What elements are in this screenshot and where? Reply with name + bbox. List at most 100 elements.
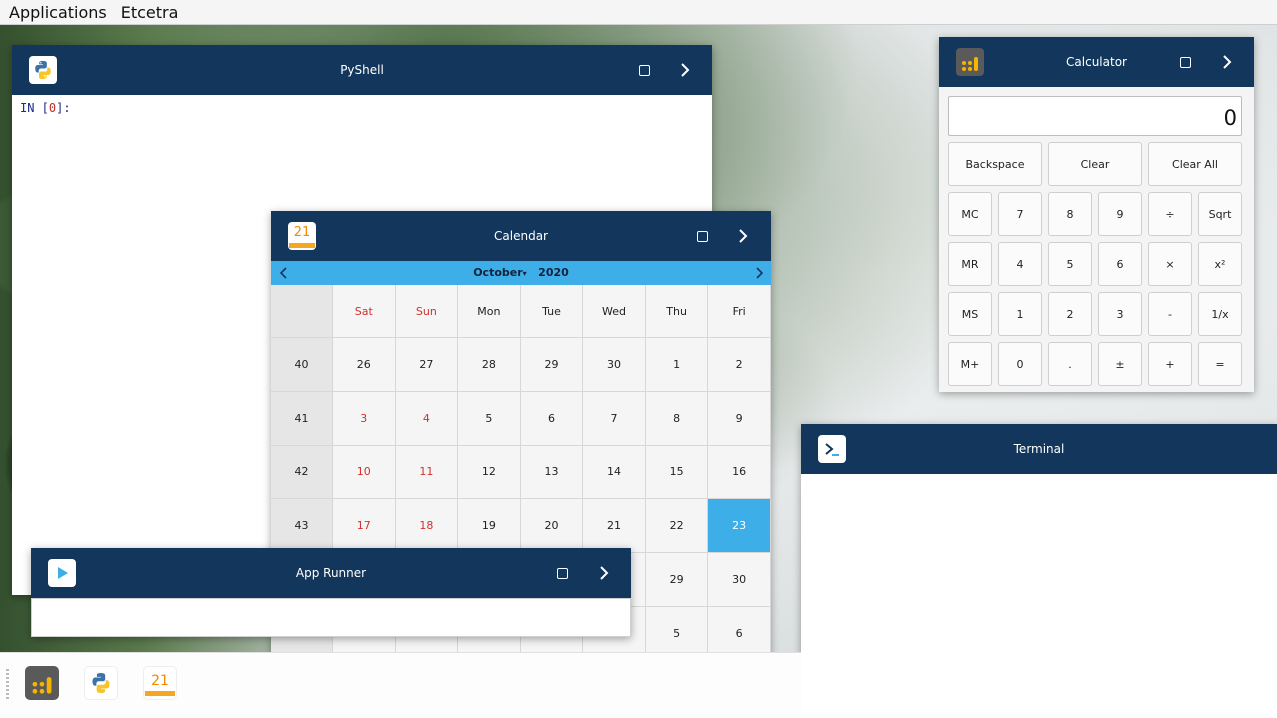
maximize-button[interactable] [697, 231, 708, 242]
year-label[interactable]: 2020 [538, 266, 569, 279]
terminal-window: Terminal [801, 424, 1277, 718]
week-number: 41 [271, 391, 333, 446]
calendar-day[interactable]: 1 [645, 338, 709, 392]
apprunner-title: App Runner [295, 566, 367, 580]
calculator-window: Calculator 0 Backspace Clear Clear All MC 7 8… [939, 37, 1254, 392]
chevron-right-icon[interactable] [733, 226, 753, 246]
calc-key[interactable]: M+ [948, 342, 992, 386]
calendar-day[interactable]: 30 [708, 553, 771, 607]
chevron-right-icon[interactable] [594, 563, 614, 583]
calc-key[interactable]: . [1048, 342, 1092, 386]
calendar-title: Calendar [494, 229, 548, 243]
week-number: 40 [271, 338, 333, 392]
calendar-day[interactable]: 29 [520, 338, 584, 392]
calc-key[interactable]: 1 [998, 292, 1042, 336]
pyshell-title: PyShell [340, 63, 384, 77]
calc-key[interactable]: = [1198, 342, 1242, 386]
dock-python-icon[interactable] [84, 666, 118, 700]
maximize-button[interactable] [557, 568, 568, 579]
month-dropdown-icon[interactable]: ▾ [523, 269, 527, 278]
calc-key[interactable]: 3 [1098, 292, 1142, 336]
calc-key[interactable]: 1/x [1198, 292, 1242, 336]
calc-key[interactable]: 4 [998, 242, 1042, 286]
pyshell-titlebar[interactable]: PyShell [12, 45, 712, 95]
calculator-titlebar[interactable]: Calculator [939, 37, 1254, 87]
chevron-right-icon[interactable] [1217, 52, 1237, 72]
calendar-day[interactable]: 4 [395, 391, 459, 446]
calc-key[interactable]: 9 [1098, 192, 1142, 236]
calendar-day[interactable]: 7 [583, 391, 646, 446]
calendar-day[interactable]: 28 [458, 338, 521, 392]
calc-key[interactable]: 7 [998, 192, 1042, 236]
calc-key[interactable]: 5 [1048, 242, 1092, 286]
maximize-button[interactable] [639, 65, 650, 76]
calendar-day[interactable]: 15 [645, 445, 709, 500]
terminal-title: Terminal [1013, 442, 1065, 456]
calendar-day[interactable]: 12 [458, 445, 521, 500]
calc-key[interactable]: Sqrt [1198, 192, 1242, 236]
calendar-day[interactable]: 5 [458, 391, 521, 446]
calc-key[interactable]: 6 [1098, 242, 1142, 286]
backspace-button[interactable]: Backspace [948, 142, 1042, 186]
calc-key[interactable]: MC [948, 192, 992, 236]
clear-button[interactable]: Clear [1048, 142, 1142, 186]
calendar-day[interactable]: 22 [645, 499, 709, 554]
calendar-day[interactable]: 11 [395, 445, 459, 500]
calendar-navigation: October▾ 2020 [271, 261, 771, 285]
next-month-icon[interactable] [751, 265, 767, 281]
calendar-day[interactable]: 21 [583, 499, 646, 554]
calendar-day[interactable]: 6 [520, 391, 584, 446]
week-header [271, 285, 333, 338]
calendar-titlebar[interactable]: 21 Calendar [271, 211, 771, 261]
calendar-day[interactable]: 8 [645, 391, 709, 446]
dock-grip[interactable] [6, 669, 9, 699]
chevron-right-icon[interactable] [675, 60, 695, 80]
weekday-header: Tue [520, 285, 584, 338]
weekday-header: Wed [583, 285, 646, 338]
calendar-day[interactable]: 14 [583, 445, 646, 500]
clear-all-button[interactable]: Clear All [1148, 142, 1242, 186]
weekday-header: Sat [333, 285, 396, 338]
calendar-day[interactable]: 20 [520, 499, 584, 554]
calendar-day[interactable]: 30 [583, 338, 646, 392]
calc-key[interactable]: 8 [1048, 192, 1092, 236]
calendar-day[interactable]: 17 [333, 499, 396, 554]
calendar-day[interactable]: 13 [520, 445, 584, 500]
dock: 21 [0, 652, 801, 718]
calendar-day[interactable]: 19 [458, 499, 521, 554]
apprunner-titlebar[interactable]: App Runner [31, 548, 631, 598]
terminal-console[interactable] [801, 474, 1277, 718]
calendar-day[interactable]: 10 [333, 445, 396, 500]
calc-key[interactable]: 0 [998, 342, 1042, 386]
apprunner-window: App Runner [31, 548, 631, 637]
calendar-day[interactable]: 29 [645, 553, 709, 607]
weekday-header: Thu [645, 285, 709, 338]
dock-calculator-icon[interactable] [25, 666, 59, 700]
calc-key[interactable]: ÷ [1148, 192, 1192, 236]
calendar-day[interactable]: 3 [333, 391, 396, 446]
terminal-titlebar[interactable]: Terminal [801, 424, 1277, 474]
calendar-day[interactable]: 26 [333, 338, 396, 392]
calc-key[interactable]: × [1148, 242, 1192, 286]
calc-key[interactable]: - [1148, 292, 1192, 336]
calendar-day[interactable]: 2 [708, 338, 771, 392]
dock-calendar-icon[interactable]: 21 [143, 666, 177, 700]
maximize-button[interactable] [1180, 57, 1191, 68]
calendar-day[interactable]: 18 [395, 499, 459, 554]
month-year-label[interactable]: October▾ 2020 [271, 261, 771, 286]
month-label[interactable]: October [473, 266, 522, 279]
menu-etcetra[interactable]: Etcetra [121, 3, 179, 22]
apprunner-input[interactable] [31, 598, 631, 637]
calendar-day[interactable]: 23 [708, 499, 771, 554]
calendar-day[interactable]: 16 [708, 445, 771, 500]
calc-key[interactable]: 2 [1048, 292, 1092, 336]
calc-key[interactable]: MR [948, 242, 992, 286]
calendar-day[interactable]: 9 [708, 391, 771, 446]
dock-calendar-strip [145, 690, 175, 696]
menu-applications[interactable]: Applications [9, 3, 107, 22]
calc-key[interactable]: x² [1198, 242, 1242, 286]
calc-key[interactable]: ± [1098, 342, 1142, 386]
calc-key[interactable]: MS [948, 292, 992, 336]
calendar-day[interactable]: 27 [395, 338, 459, 392]
calc-key[interactable]: + [1148, 342, 1192, 386]
